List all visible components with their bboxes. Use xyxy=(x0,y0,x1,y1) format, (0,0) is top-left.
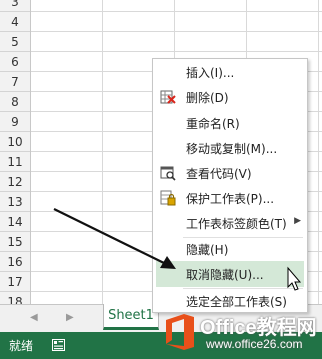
menu-item-view-code[interactable]: 查看代码(V) xyxy=(153,160,307,186)
row-header[interactable]: 4 xyxy=(0,12,30,32)
row-header[interactable]: 8 xyxy=(0,92,30,112)
row-header[interactable]: 6 xyxy=(0,52,30,72)
scroll-left-icon[interactable]: ◀ xyxy=(30,312,38,323)
menu-item-delete[interactable]: 删除(D) xyxy=(153,84,307,110)
menu-item-label: 选定全部工作表(S) xyxy=(186,295,287,309)
row-gridline xyxy=(31,11,322,12)
row-gridline xyxy=(31,51,322,52)
column-gridline xyxy=(318,0,319,304)
delete-sheet-icon xyxy=(160,90,176,104)
menu-item-insert[interactable]: 插入(I)... xyxy=(153,59,307,85)
row-header[interactable]: 12 xyxy=(0,172,30,192)
watermark-title: Office教程网 xyxy=(200,317,317,339)
menu-item-label: 重命名(R) xyxy=(186,117,240,131)
row-header[interactable]: 11 xyxy=(0,152,30,172)
menu-item-label: 查看代码(V) xyxy=(186,167,252,181)
menu-item-label: 保护工作表(P)... xyxy=(186,192,275,206)
sheet-tab-sheet1[interactable]: Sheet1 xyxy=(103,304,159,330)
row-header[interactable]: 16 xyxy=(0,252,30,272)
menu-item-label: 移动或复制(M)... xyxy=(186,142,278,156)
menu-item-label: 取消隐藏(U)... xyxy=(186,268,264,282)
row-header[interactable]: 15 xyxy=(0,232,30,252)
menu-item-unhide[interactable]: 取消隐藏(U)... xyxy=(156,261,304,287)
row-header[interactable]: 5 xyxy=(0,32,30,52)
watermark-url: www.office26.com xyxy=(206,337,303,351)
menu-item-protect-sheet[interactable]: 保护工作表(P)... xyxy=(153,185,307,211)
menu-item-move-copy[interactable]: 移动或复制(M)... xyxy=(153,135,307,161)
row-header[interactable]: 10 xyxy=(0,132,30,152)
submenu-arrow-icon: ▶ xyxy=(294,216,301,226)
status-text: 就绪 xyxy=(9,339,34,353)
row-header[interactable]: 14 xyxy=(0,212,30,232)
row-header[interactable]: 9 xyxy=(0,112,30,132)
row-header[interactable]: 17 xyxy=(0,272,30,292)
office-logo-icon xyxy=(166,314,194,350)
scroll-right-icon[interactable]: ▶ xyxy=(66,312,74,323)
menu-item-rename[interactable]: 重命名(R) xyxy=(153,110,307,136)
macro-record-icon[interactable] xyxy=(52,339,65,351)
menu-item-label: 工作表标签颜色(T) xyxy=(186,217,287,231)
protect-sheet-icon xyxy=(160,190,176,206)
sheet-context-menu: 插入(I)... 删除(D) 重命名(R) 移动或复制(M)... 查看代码(V… xyxy=(152,58,308,313)
menu-item-label: 插入(I)... xyxy=(186,66,235,80)
menu-item-tab-color[interactable]: 工作表标签颜色(T) ▶ xyxy=(153,210,307,236)
row-header[interactable]: 7 xyxy=(0,72,30,92)
row-header[interactable]: 13 xyxy=(0,192,30,212)
row-header[interactable]: 3 xyxy=(0,0,30,12)
row-gridline xyxy=(31,31,322,32)
view-code-icon xyxy=(160,166,176,181)
column-gridline xyxy=(102,0,103,304)
office-watermark: Office教程网 www.office26.com xyxy=(160,310,322,359)
menu-item-label: 删除(D) xyxy=(186,91,229,105)
menu-item-hide[interactable]: 隐藏(H) xyxy=(153,236,307,262)
menu-item-label: 隐藏(H) xyxy=(186,243,229,257)
